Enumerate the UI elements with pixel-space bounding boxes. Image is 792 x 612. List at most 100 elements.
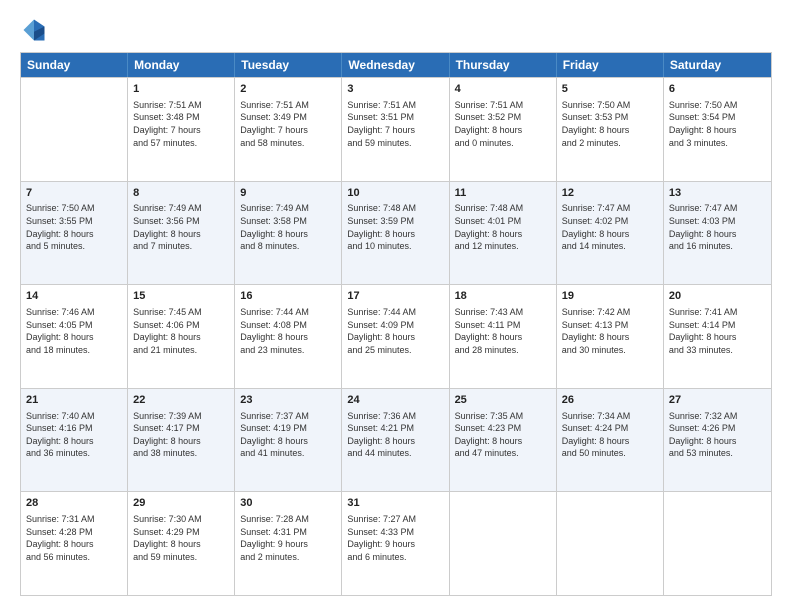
cell-info-line: Daylight: 8 hours [562,435,658,448]
logo-icon [20,16,48,44]
cell-info-line: Sunrise: 7:30 AM [133,513,229,526]
cell-info-line: Sunrise: 7:46 AM [26,306,122,319]
cell-info-line: Sunset: 4:09 PM [347,319,443,332]
day-number: 20 [669,289,766,304]
day-number: 17 [347,289,443,304]
day-number: 9 [240,186,336,201]
cell-info-line: and 50 minutes. [562,447,658,460]
cell-info-line: and 59 minutes. [347,137,443,150]
cell-info-line: Sunrise: 7:51 AM [347,99,443,112]
cell-info-line: Sunrise: 7:45 AM [133,306,229,319]
cell-info-line: and 6 minutes. [347,551,443,564]
cell-info-line: Sunset: 4:21 PM [347,422,443,435]
day-number: 8 [133,186,229,201]
calendar-cell: 11Sunrise: 7:48 AMSunset: 4:01 PMDayligh… [450,182,557,285]
day-number: 30 [240,496,336,511]
cell-info-line: Sunset: 3:58 PM [240,215,336,228]
cell-info-line: Daylight: 9 hours [240,538,336,551]
cell-info-line: Sunrise: 7:50 AM [26,202,122,215]
weekday-header-wednesday: Wednesday [342,53,449,77]
calendar-cell: 25Sunrise: 7:35 AMSunset: 4:23 PMDayligh… [450,389,557,492]
page: SundayMondayTuesdayWednesdayThursdayFrid… [0,0,792,612]
day-number: 26 [562,393,658,408]
cell-info-line: Sunrise: 7:44 AM [347,306,443,319]
cell-info-line: Sunset: 4:02 PM [562,215,658,228]
calendar-header: SundayMondayTuesdayWednesdayThursdayFrid… [21,53,771,77]
cell-info-line: Daylight: 8 hours [26,331,122,344]
cell-info-line: Sunrise: 7:37 AM [240,410,336,423]
cell-info-line: and 38 minutes. [133,447,229,460]
cell-info-line: Sunset: 3:54 PM [669,111,766,124]
calendar-cell: 4Sunrise: 7:51 AMSunset: 3:52 PMDaylight… [450,78,557,181]
calendar-row-3: 21Sunrise: 7:40 AMSunset: 4:16 PMDayligh… [21,388,771,492]
day-number: 3 [347,82,443,97]
cell-info-line: Sunrise: 7:49 AM [240,202,336,215]
day-number: 13 [669,186,766,201]
calendar-row-1: 7Sunrise: 7:50 AMSunset: 3:55 PMDaylight… [21,181,771,285]
cell-info-line: Sunrise: 7:49 AM [133,202,229,215]
cell-info-line: and 18 minutes. [26,344,122,357]
cell-info-line: Sunset: 4:08 PM [240,319,336,332]
calendar-cell: 29 Sunrise: 7:30 AMSunset: 4:29 PMDayligh… [128,492,235,595]
cell-info-line: Sunset: 3:59 PM [347,215,443,228]
day-number: 10 [347,186,443,201]
calendar-cell [450,492,557,595]
cell-info-line: and 3 minutes. [669,137,766,150]
day-number: 11 [455,186,551,201]
cell-info-line: Daylight: 8 hours [669,331,766,344]
cell-info-line: Sunset: 4:29 PM [133,526,229,539]
cell-info-line: Sunrise: 7:48 AM [347,202,443,215]
cell-info-line: and 8 minutes. [240,240,336,253]
cell-info-line: and 25 minutes. [347,344,443,357]
calendar-cell: 27Sunrise: 7:32 AMSunset: 4:26 PMDayligh… [664,389,771,492]
cell-info-line: Daylight: 8 hours [240,331,336,344]
cell-info-line: Daylight: 8 hours [347,331,443,344]
day-number: 2 [240,82,336,97]
cell-info-line: Daylight: 8 hours [562,124,658,137]
day-number: 22 [133,393,229,408]
calendar-cell: 30Sunrise: 7:28 AMSunset: 4:31 PMDayligh… [235,492,342,595]
cell-info-line: Sunrise: 7:27 AM [347,513,443,526]
day-number: 1 [133,82,229,97]
cell-info-line: and 53 minutes. [669,447,766,460]
cell-info-line: and 41 minutes. [240,447,336,460]
calendar-cell: 15Sunrise: 7:45 AMSunset: 4:06 PMDayligh… [128,285,235,388]
calendar-cell: 21Sunrise: 7:40 AMSunset: 4:16 PMDayligh… [21,389,128,492]
calendar-row-4: 28Sunrise: 7:31 AMSunset: 4:28 PMDayligh… [21,491,771,595]
cell-info-line: Daylight: 8 hours [455,435,551,448]
cell-info-line: Daylight: 8 hours [240,435,336,448]
calendar-cell: 20Sunrise: 7:41 AMSunset: 4:14 PMDayligh… [664,285,771,388]
cell-info-line: Sunrise: 7:47 AM [669,202,766,215]
cell-info-line: Sunset: 4:05 PM [26,319,122,332]
cell-info-line: and 30 minutes. [562,344,658,357]
cell-info-line: Daylight: 8 hours [133,538,229,551]
cell-info-line: Sunset: 4:26 PM [669,422,766,435]
day-number: 12 [562,186,658,201]
calendar-cell: 3Sunrise: 7:51 AMSunset: 3:51 PMDaylight… [342,78,449,181]
cell-info-line: Sunrise: 7:51 AM [133,99,229,112]
cell-info-line: Sunrise: 7:47 AM [562,202,658,215]
cell-info-line: Sunset: 4:31 PM [240,526,336,539]
cell-info-line: and 2 minutes. [562,137,658,150]
cell-info-line: Daylight: 8 hours [133,228,229,241]
calendar-body: 1Sunrise: 7:51 AMSunset: 3:48 PMDaylight… [21,77,771,595]
calendar-cell [664,492,771,595]
calendar-cell: 17 Sunrise: 7:44 AMSunset: 4:09 PMDayligh… [342,285,449,388]
cell-info-line: Sunrise: 7:50 AM [669,99,766,112]
calendar-cell: 6Sunrise: 7:50 AMSunset: 3:54 PMDaylight… [664,78,771,181]
cell-info-line: Daylight: 8 hours [455,331,551,344]
cell-info-line: Daylight: 8 hours [347,435,443,448]
cell-info-line: and 21 minutes. [133,344,229,357]
cell-info-line: Daylight: 8 hours [240,228,336,241]
cell-info-line: Sunrise: 7:31 AM [26,513,122,526]
calendar-cell: 8Sunrise: 7:49 AMSunset: 3:56 PMDaylight… [128,182,235,285]
cell-info-line: Sunset: 4:06 PM [133,319,229,332]
cell-info-line: Sunset: 3:52 PM [455,111,551,124]
day-number: 29 [133,496,229,511]
cell-info-line: Sunset: 4:17 PM [133,422,229,435]
calendar-cell: 26Sunrise: 7:34 AMSunset: 4:24 PMDayligh… [557,389,664,492]
cell-info-line: Sunset: 4:19 PM [240,422,336,435]
cell-info-line: Sunset: 4:23 PM [455,422,551,435]
cell-info-line: Sunset: 4:11 PM [455,319,551,332]
day-number: 24 [347,393,443,408]
